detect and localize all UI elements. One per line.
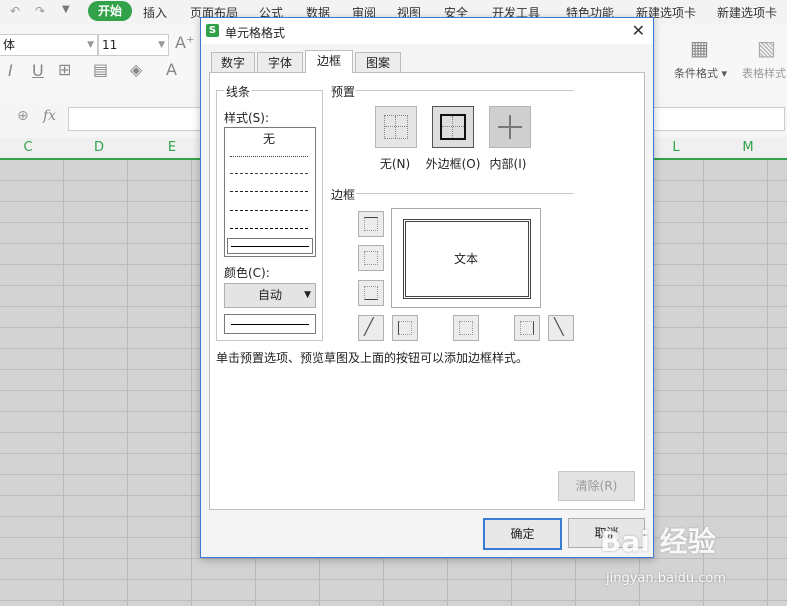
ok-button[interactable]: 确定 [483,518,562,550]
font-size-value: 11 [102,38,118,52]
dialog-title: 单元格格式 [225,26,286,40]
color-dropdown[interactable]: 自动 ▼ [224,283,316,308]
line-style-dash-dot-dot[interactable] [230,210,308,211]
diagonal-down-icon: ╲ [554,317,564,336]
line-group-title: 线条 [224,83,253,100]
table-style-label[interactable]: 表格样式 [742,65,786,81]
border-group-title: 边框 [329,186,358,203]
column-header-c[interactable]: C [0,140,64,155]
column-header-e[interactable]: E [136,140,208,155]
tab-font[interactable]: 字体 [257,52,303,73]
tab-pattern[interactable]: 图案 [355,52,401,73]
border-top-button[interactable] [358,211,384,237]
fill-color-icon[interactable]: ◈ [130,60,142,79]
baidu-watermark-url: jingyan.baidu.com [606,571,726,586]
border-left-icon [398,321,412,335]
line-style-selected[interactable] [227,238,313,254]
border-diagonal-down-button[interactable]: ╲ [548,315,574,341]
diagonal-up-icon: ╱ [364,317,374,336]
border-middle-horizontal-icon [364,251,378,265]
preset-divider [356,90,574,91]
quick-access-dropdown-icon[interactable]: ▼ [62,4,70,15]
preview-text: 文本 [454,252,479,266]
hint-text: 单击预置选项、预览草图及上面的按钮可以添加边框样式。 [216,351,529,365]
preset-none-button[interactable] [375,106,417,148]
color-label: 颜色(C): [224,266,270,280]
preset-none-icon [384,115,408,139]
table-style-icon[interactable]: ▧ [757,36,776,60]
style-label: 样式(S): [224,111,270,125]
font-grow-icon[interactable]: A⁺ [175,33,194,52]
font-size-field[interactable]: 11 ▼ [98,34,169,56]
baidu-watermark-logo: Bai 经验 [600,525,716,558]
preset-group-title: 预置 [329,83,358,100]
chevron-down-icon: ▼ [158,40,165,50]
font-color-icon[interactable]: A [166,60,177,79]
border-bottom-button[interactable] [358,280,384,306]
font-name-field[interactable]: 体 ▼ [0,34,98,56]
preset-inside-label: 内部(I) [489,157,527,171]
clear-button[interactable]: 清除(R) [558,471,635,501]
sample-line [231,324,309,325]
italic-icon[interactable]: I [8,61,13,80]
menu-tab-new-2[interactable]: 新建选项卡 [717,4,777,21]
dialog-titlebar[interactable]: S 单元格格式 ✕ [201,18,653,44]
chevron-down-icon: ▼ [304,290,311,300]
tab-number[interactable]: 数字 [211,52,255,73]
close-icon[interactable]: ✕ [632,21,645,40]
border-diagonal-up-button[interactable]: ╱ [358,315,384,341]
line-style-none[interactable]: 无 [263,130,275,147]
cell-format-icon[interactable]: ▤ [93,60,108,79]
preset-outline-button[interactable] [432,106,474,148]
preset-none-label: 无(N) [379,157,411,171]
undo-icon[interactable]: ↶ [10,4,20,18]
preset-outline-icon [440,114,466,140]
line-style-dashed[interactable] [230,228,308,229]
menu-tab-insert[interactable]: 插入 [143,4,167,21]
tab-border[interactable]: 边框 [305,50,353,73]
underline-icon[interactable]: U [32,61,44,80]
border-bottom-icon [364,286,378,300]
column-header-d[interactable]: D [63,140,135,155]
zoom-icon[interactable]: ⊕ [17,108,29,124]
conditional-format-icon[interactable]: ▦ [690,36,709,60]
line-style-list[interactable]: 无 [224,127,316,257]
preset-inside-icon [498,115,522,139]
chevron-down-icon: ▼ [87,40,94,50]
line-style-dash-dot[interactable] [230,191,308,192]
border-middle-horizontal-button[interactable] [358,245,384,271]
redo-icon[interactable]: ↷ [35,4,45,18]
font-name-value: 体 [3,38,16,52]
line-style-dotted[interactable] [230,156,308,157]
line-style-solid [231,246,309,247]
wps-app-icon: S [206,24,219,37]
conditional-format-label[interactable]: 条件格式 ▾ [674,65,727,81]
preset-inside-button[interactable] [489,106,531,148]
border-top-icon [364,217,378,231]
color-value: 自动 [257,288,282,302]
preset-outline-label: 外边框(O) [425,157,481,171]
borders-icon[interactable]: ⊞ [58,60,71,79]
border-preview[interactable]: 文本 [391,208,541,308]
border-middle-vertical-button[interactable] [453,315,479,341]
column-header-m[interactable]: M [712,140,784,155]
border-right-button[interactable] [514,315,540,341]
border-left-button[interactable] [392,315,418,341]
fx-icon[interactable]: fx [43,108,56,124]
menu-tab-start[interactable]: 开始 [88,1,132,21]
line-color-sample [224,314,316,334]
line-style-dashed-fine[interactable] [230,173,308,174]
border-divider [356,193,574,194]
border-middle-vertical-icon [459,321,473,335]
border-right-icon [520,321,534,335]
